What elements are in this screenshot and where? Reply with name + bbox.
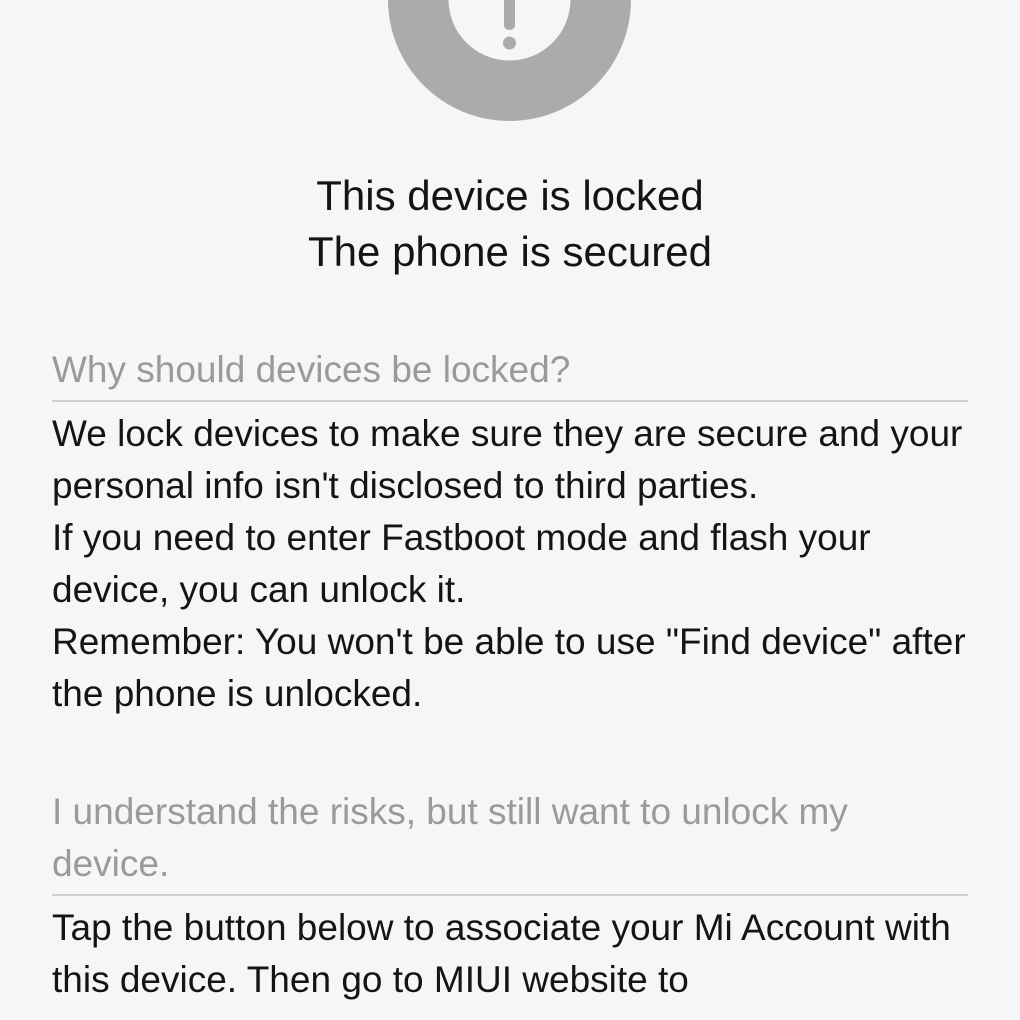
unlock-section: I understand the risks, but still want t… — [52, 786, 968, 1006]
unlock-risk-header: I understand the risks, but still want t… — [52, 786, 968, 896]
why-locked-body: We lock devices to make sure they are se… — [52, 402, 968, 720]
status-subtitle: The phone is secured — [308, 228, 712, 275]
why-locked-paragraph-security: We lock devices to make sure they are se… — [52, 413, 963, 506]
why-locked-paragraph-fastboot: If you need to enter Fastboot mode and f… — [52, 517, 871, 610]
unlock-instructions: Tap the button below to associate your M… — [52, 896, 968, 1006]
unlock-instructions-text: Tap the button below to associate your M… — [52, 907, 951, 1000]
why-locked-section: Why should devices be locked? We lock de… — [52, 344, 968, 720]
exclamation-icon — [388, 0, 631, 121]
why-locked-paragraph-find-device: Remember: You won't be able to use "Find… — [52, 621, 966, 714]
status-title: This device is locked — [316, 172, 704, 219]
lock-status: This device is locked The phone is secur… — [0, 168, 1020, 280]
device-locked-screen: This device is locked The phone is secur… — [0, 0, 1020, 1020]
why-locked-header: Why should devices be locked? — [52, 344, 968, 402]
